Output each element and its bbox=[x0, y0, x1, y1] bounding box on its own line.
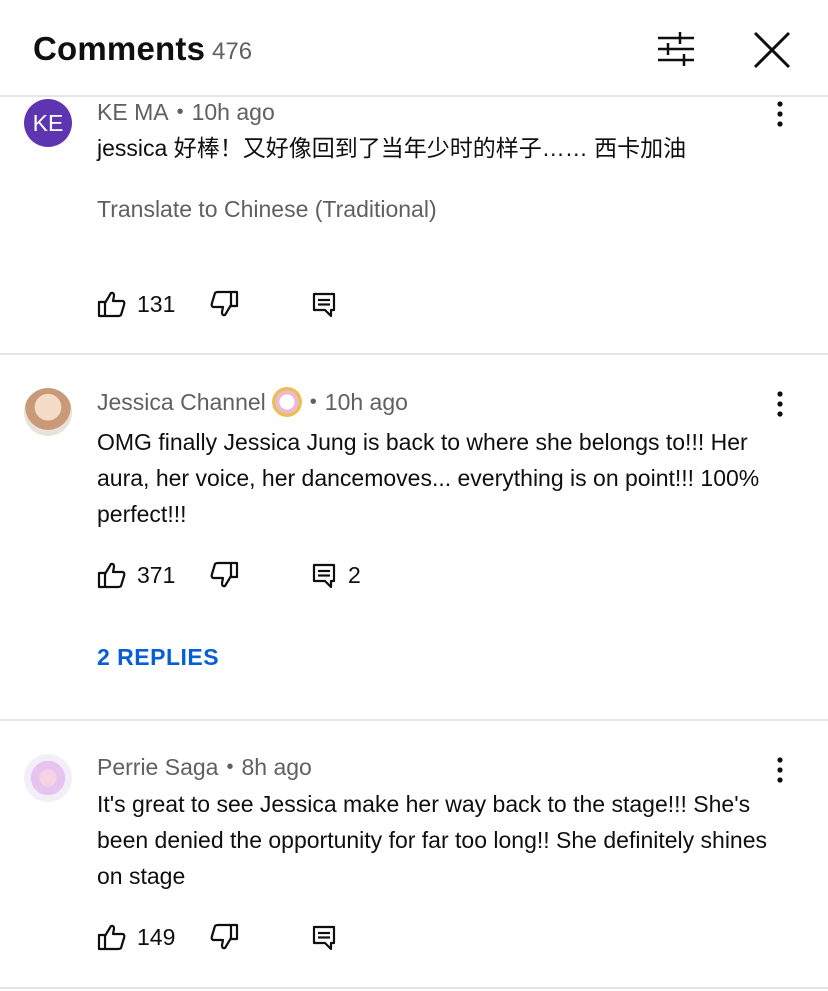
divider bbox=[0, 353, 828, 355]
comment-actions: 371 2 bbox=[97, 560, 497, 596]
comments-header: Comments 476 bbox=[0, 0, 828, 97]
header-title: Comments bbox=[33, 30, 206, 67]
reply-icon[interactable] bbox=[311, 289, 337, 319]
view-replies-button[interactable]: 2 REPLIES bbox=[97, 644, 219, 671]
comment-count: 476 bbox=[212, 38, 253, 65]
comment-text: jessica 好棒！又好像回到了当年少时的样子…… 西卡加油 bbox=[97, 135, 687, 161]
more-options-icon[interactable] bbox=[767, 99, 793, 129]
translate-link[interactable]: Translate to Chinese (Traditional) bbox=[97, 196, 437, 223]
separator-dot: • bbox=[309, 390, 317, 413]
comment-time[interactable]: 10h ago bbox=[325, 389, 408, 416]
comment-meta: KE MA • 10h ago bbox=[97, 99, 275, 126]
avatar[interactable] bbox=[24, 754, 72, 802]
avatar[interactable] bbox=[24, 388, 72, 436]
more-options-icon[interactable] bbox=[767, 389, 793, 419]
comment-meta: Perrie Saga • 8h ago bbox=[97, 754, 312, 781]
separator-dot: • bbox=[176, 101, 184, 123]
comment-actions: 149 bbox=[97, 922, 497, 958]
avatar[interactable]: KE bbox=[24, 99, 72, 147]
author-name[interactable]: KE MA bbox=[97, 99, 169, 126]
divider bbox=[0, 987, 828, 989]
like-count: 149 bbox=[137, 924, 176, 950]
reply-count: 2 bbox=[348, 562, 361, 588]
like-count: 371 bbox=[137, 562, 176, 588]
sliders-icon[interactable] bbox=[654, 30, 698, 68]
comment-text: OMG finally Jessica Jung is back to wher… bbox=[97, 429, 760, 527]
more-options-icon[interactable] bbox=[767, 755, 793, 785]
divider bbox=[0, 719, 828, 721]
close-icon[interactable] bbox=[750, 28, 794, 72]
thumbs-down-icon[interactable] bbox=[209, 922, 239, 952]
comment-time[interactable]: 8h ago bbox=[241, 754, 311, 781]
member-badge-icon bbox=[271, 387, 302, 417]
comment-text: It's great to see Jessica make her way b… bbox=[97, 791, 768, 889]
thumbs-up-icon[interactable] bbox=[97, 922, 127, 952]
like-count: 131 bbox=[137, 291, 176, 317]
thumbs-down-icon[interactable] bbox=[209, 560, 239, 590]
comment-actions: 131 bbox=[97, 289, 497, 325]
thumbs-up-icon[interactable] bbox=[97, 560, 127, 590]
comment-meta: Jessica Channel • 10h ago bbox=[97, 387, 408, 417]
reply-icon[interactable] bbox=[311, 560, 337, 590]
thumbs-down-icon[interactable] bbox=[209, 289, 239, 319]
author-name[interactable]: Perrie Saga bbox=[97, 754, 218, 781]
author-name[interactable]: Jessica Channel bbox=[97, 389, 266, 416]
thumbs-up-icon[interactable] bbox=[97, 289, 127, 319]
separator-dot: • bbox=[226, 756, 234, 778]
avatar-initials: KE bbox=[32, 109, 64, 136]
reply-icon[interactable] bbox=[311, 922, 337, 952]
comment-time[interactable]: 10h ago bbox=[192, 99, 275, 126]
